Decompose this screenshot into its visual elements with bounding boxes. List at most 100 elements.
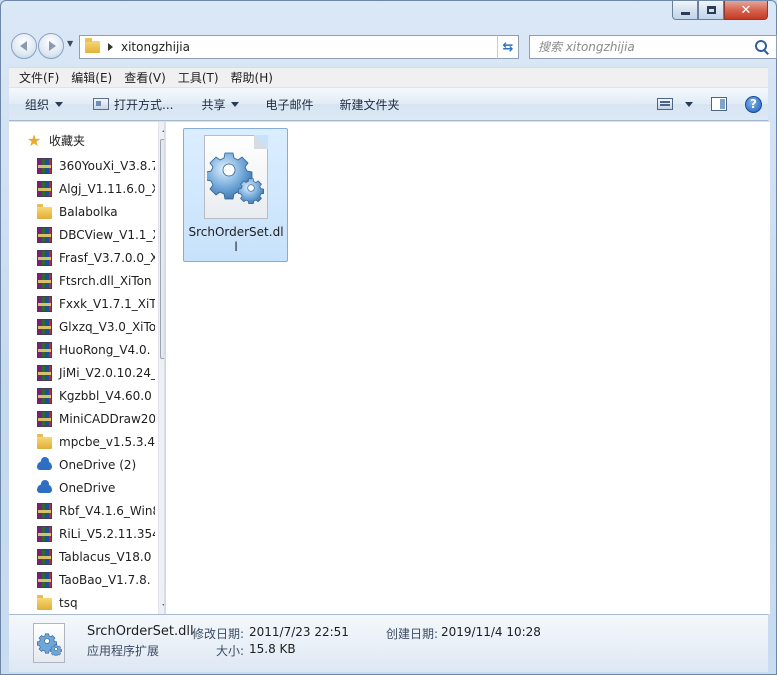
nav-item-label: Fxxk_V1.7.1_XiT bbox=[59, 296, 155, 311]
organize-button[interactable]: 组织 bbox=[9, 92, 73, 116]
nav-item[interactable]: Ftsrch.dll_XiTon bbox=[37, 269, 155, 292]
search-input[interactable] bbox=[538, 40, 753, 54]
nav-item[interactable]: Fxxk_V1.7.1_XiT bbox=[37, 292, 155, 315]
minimize-icon bbox=[680, 11, 690, 15]
nav-item[interactable]: tsq bbox=[37, 591, 155, 614]
details-pane: SrchOrderSet.dll 应用程序扩展 修改日期: 2011/7/23 … bbox=[9, 614, 768, 672]
created-label: 创建日期: bbox=[386, 627, 439, 641]
back-button[interactable] bbox=[11, 33, 37, 59]
favorites-item[interactable]: ★ 收藏夹 bbox=[25, 132, 85, 149]
file-list-area[interactable]: SrchOrderSet.dll bbox=[166, 122, 770, 614]
file-name: SrchOrderSet.dll bbox=[188, 225, 284, 254]
email-label: 电子邮件 bbox=[265, 97, 314, 112]
winrar-archive-icon bbox=[37, 180, 52, 197]
navigation-pane: ★ 收藏夹 360YouXi_V3.8.7 Algj_V1.11.6.0_X Bal… bbox=[9, 122, 165, 614]
nav-item-label: Rbf_V4.1.6_Win8 bbox=[59, 503, 155, 518]
onedrive-icon bbox=[37, 457, 52, 470]
nav-scrollbar[interactable] bbox=[158, 122, 164, 614]
winrar-archive-icon bbox=[37, 387, 52, 404]
nav-item-label: Algj_V1.11.6.0_X bbox=[59, 181, 155, 196]
menu-edit[interactable]: 编辑(E) bbox=[65, 68, 118, 88]
folder-icon bbox=[37, 203, 52, 219]
breadcrumb-chevron-icon[interactable] bbox=[108, 43, 113, 51]
chevron-down-icon bbox=[55, 101, 64, 107]
open-with-button[interactable]: 打开方式... bbox=[83, 92, 183, 116]
address-path[interactable]: xitongzhijia bbox=[121, 40, 502, 54]
forward-arrow-icon bbox=[48, 41, 56, 51]
nav-item[interactable]: Algj_V1.11.6.0_X bbox=[37, 177, 155, 200]
folder-icon bbox=[37, 594, 52, 610]
menu-help[interactable]: 帮助(H) bbox=[225, 68, 279, 88]
dll-file-icon bbox=[33, 623, 65, 663]
nav-item[interactable]: RiLi_V5.2.11.354 bbox=[37, 522, 155, 545]
close-icon: ✕ bbox=[740, 2, 752, 18]
scroll-down-icon[interactable] bbox=[162, 604, 164, 608]
menu-view[interactable]: 查看(V) bbox=[118, 68, 172, 88]
search-icon[interactable] bbox=[753, 38, 771, 56]
forward-button[interactable] bbox=[38, 33, 64, 59]
menu-file[interactable]: 文件(F) bbox=[13, 68, 65, 88]
explorer-window: ✕ ▼ xitongzhijia ⇆ 文件(F) 编辑(E) 查看(V) 工具(… bbox=[0, 0, 777, 675]
details-file-name: SrchOrderSet.dll bbox=[87, 624, 194, 639]
nav-item[interactable]: Rbf_V4.1.6_Win8 bbox=[37, 499, 155, 522]
menu-bar: 文件(F) 编辑(E) 查看(V) 工具(T) 帮助(H) bbox=[9, 67, 768, 87]
scroll-up-icon[interactable] bbox=[162, 128, 164, 132]
size-value: 15.8 KB bbox=[249, 642, 296, 656]
nav-item-label: HuoRong_V4.0. bbox=[59, 342, 151, 357]
nav-item[interactable]: TaoBao_V1.7.8. bbox=[37, 568, 155, 591]
nav-item[interactable]: OneDrive (2) bbox=[37, 453, 155, 476]
nav-item-label: Frasf_V3.7.0.0_X bbox=[59, 250, 155, 265]
help-icon[interactable]: ? bbox=[745, 95, 762, 113]
nav-item-label: RiLi_V5.2.11.354 bbox=[59, 526, 155, 541]
change-view-icon[interactable] bbox=[657, 98, 673, 110]
maximize-icon bbox=[706, 6, 716, 14]
gear-icon bbox=[207, 152, 264, 204]
nav-item[interactable]: MiniCADDraw20 bbox=[37, 407, 155, 430]
nav-item-label: mpcbe_v1.5.3.4 bbox=[59, 434, 155, 449]
nav-item[interactable]: JiMi_V2.0.10.24_ bbox=[37, 361, 155, 384]
search-box[interactable] bbox=[529, 35, 777, 59]
refresh-icon: ⇆ bbox=[502, 39, 514, 55]
nav-list: 360YouXi_V3.8.7 Algj_V1.11.6.0_X Balabolka… bbox=[37, 154, 155, 614]
nav-item-label: OneDrive bbox=[59, 480, 116, 495]
star-icon: ★ bbox=[26, 130, 42, 150]
folder-icon bbox=[85, 38, 100, 53]
minimize-button[interactable] bbox=[672, 1, 698, 20]
nav-item[interactable]: mpcbe_v1.5.3.4 bbox=[37, 430, 155, 453]
close-button[interactable]: ✕ bbox=[724, 1, 768, 20]
nav-item[interactable]: Tablacus_V18.0 bbox=[37, 545, 155, 568]
nav-item-label: OneDrive (2) bbox=[59, 457, 137, 472]
email-button[interactable]: 电子邮件 bbox=[255, 92, 323, 116]
address-bar[interactable]: xitongzhijia bbox=[79, 35, 519, 59]
created-value: 2019/11/4 10:28 bbox=[441, 625, 541, 639]
nav-item-label: Balabolka bbox=[59, 204, 118, 219]
scroll-thumb[interactable] bbox=[160, 139, 164, 359]
nav-item[interactable]: Kgzbbl_V4.60.0 bbox=[37, 384, 155, 407]
nav-item[interactable]: OneDrive bbox=[37, 476, 155, 499]
nav-item[interactable]: Glxzq_V3.0_XiTo bbox=[37, 315, 155, 338]
nav-item[interactable]: DBCView_V1.1_X bbox=[37, 223, 155, 246]
favorites-label: 收藏夹 bbox=[49, 134, 86, 148]
menu-tools[interactable]: 工具(T) bbox=[172, 68, 225, 88]
winrar-archive-icon bbox=[37, 525, 52, 542]
share-button[interactable]: 共享 bbox=[191, 92, 249, 116]
recent-pages-dropdown[interactable]: ▼ bbox=[67, 39, 73, 48]
maximize-button[interactable] bbox=[698, 1, 724, 20]
details-file-type: 应用程序扩展 bbox=[87, 644, 160, 658]
nav-item[interactable]: Balabolka bbox=[37, 200, 155, 223]
share-label: 共享 bbox=[201, 97, 226, 112]
winrar-archive-icon bbox=[37, 410, 52, 427]
winrar-archive-icon bbox=[37, 249, 52, 266]
refresh-button[interactable]: ⇆ bbox=[497, 35, 519, 59]
nav-item[interactable]: Frasf_V3.7.0.0_X bbox=[37, 246, 155, 269]
preview-pane-icon[interactable] bbox=[711, 97, 727, 111]
chevron-down-icon bbox=[231, 101, 240, 107]
view-dropdown-icon[interactable] bbox=[685, 101, 693, 107]
nav-item[interactable]: 360YouXi_V3.8.7 bbox=[37, 154, 155, 177]
command-bar: 组织 打开方式... 共享 电子邮件 新建文件夹 ? bbox=[9, 88, 768, 121]
file-item[interactable]: SrchOrderSet.dll bbox=[183, 128, 288, 262]
nav-item[interactable]: HuoRong_V4.0. bbox=[37, 338, 155, 361]
new-folder-button[interactable]: 新建文件夹 bbox=[330, 92, 410, 116]
open-with-label: 打开方式... bbox=[114, 97, 174, 112]
winrar-archive-icon bbox=[37, 571, 52, 588]
